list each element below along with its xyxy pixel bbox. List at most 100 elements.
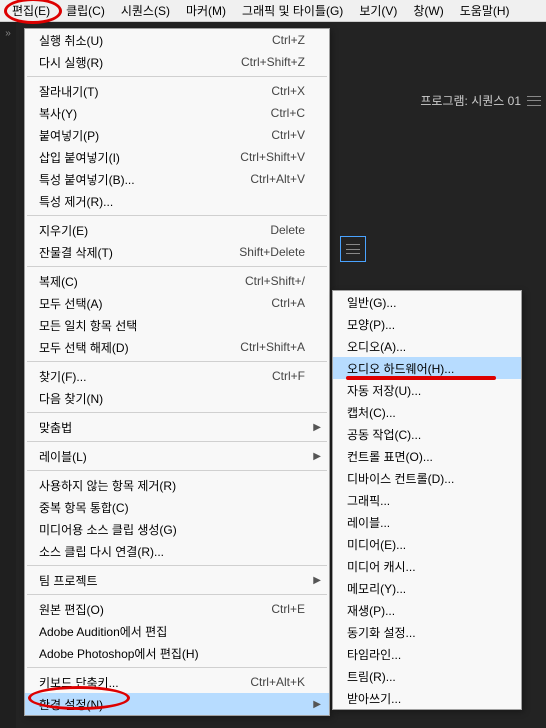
- menu-item[interactable]: 특성 붙여넣기(B)...Ctrl+Alt+V: [25, 168, 329, 190]
- submenu-item[interactable]: 미디어(E)...: [333, 533, 521, 555]
- menu-item[interactable]: 레이블(L)▶: [25, 445, 329, 467]
- menu-item-shortcut: Shift+Delete: [239, 245, 305, 259]
- menu-item-label: 다시 실행(R): [39, 54, 217, 71]
- submenu-item-label: 디바이스 컨트롤(D)...: [347, 470, 497, 487]
- submenu-item[interactable]: 동기화 설정...: [333, 621, 521, 643]
- menu-item[interactable]: 원본 편집(O)Ctrl+E: [25, 598, 329, 620]
- submenu-item[interactable]: 레이블...: [333, 511, 521, 533]
- menu-item[interactable]: 실행 취소(U)Ctrl+Z: [25, 29, 329, 51]
- menu-item-shortcut: Ctrl+F: [272, 369, 305, 383]
- menu-item-label: 미디어용 소스 클립 생성(G): [39, 521, 305, 538]
- submenu-item-label: 자동 저장(U)...: [347, 382, 497, 399]
- menu-item[interactable]: 삽입 붙여넣기(I)Ctrl+Shift+V: [25, 146, 329, 168]
- menu-item[interactable]: 미디어용 소스 클립 생성(G): [25, 518, 329, 540]
- submenu-item[interactable]: 자동 저장(U)...: [333, 379, 521, 401]
- menu-item-label: 지우기(E): [39, 222, 246, 239]
- side-arrow-icon: »: [5, 28, 11, 39]
- submenu-item-label: 일반(G)...: [347, 294, 497, 311]
- menu-item[interactable]: 사용하지 않는 항목 제거(R): [25, 474, 329, 496]
- menu-item[interactable]: 잘라내기(T) Ctrl+X: [25, 80, 329, 102]
- submenu-item-label: 메모리(Y)...: [347, 580, 497, 597]
- submenu-item[interactable]: 일반(G)...: [333, 291, 521, 313]
- submenu-item-label: 타임라인...: [347, 646, 497, 663]
- submenu-item-label: 동기화 설정...: [347, 624, 497, 641]
- submenu-item[interactable]: 공동 작업(C)...: [333, 423, 521, 445]
- menubar-item-help[interactable]: 도움말(H): [452, 0, 518, 21]
- submenu-item[interactable]: 받아쓰기...: [333, 687, 521, 709]
- menu-item-label: 모든 일치 항목 선택: [39, 317, 305, 334]
- submenu-item[interactable]: 재생(P)...: [333, 599, 521, 621]
- panel-menu-icon[interactable]: [527, 96, 541, 106]
- menu-item-shortcut: Ctrl+Z: [272, 33, 305, 47]
- menu-item[interactable]: 중복 항목 통합(C): [25, 496, 329, 518]
- side-tabs: »: [0, 22, 16, 728]
- menu-item-label: 삽입 붙여넣기(I): [39, 149, 216, 166]
- menubar-item-clip[interactable]: 클립(C): [58, 0, 113, 21]
- submenu-item[interactable]: 모양(P)...: [333, 313, 521, 335]
- menu-item[interactable]: 맞춤법▶: [25, 416, 329, 438]
- menu-item[interactable]: 다음 찾기(N): [25, 387, 329, 409]
- program-panel-title: 프로그램: 시퀀스 01: [420, 92, 521, 109]
- edit-menu-dropdown: 실행 취소(U)Ctrl+Z다시 실행(R)Ctrl+Shift+Z 잘라내기(T…: [24, 28, 330, 716]
- menu-item[interactable]: 팀 프로젝트 ▶: [25, 569, 329, 591]
- submenu-item-label: 그래픽...: [347, 492, 497, 509]
- menu-separator: [27, 361, 327, 362]
- menu-item-label: 팀 프로젝트: [39, 572, 305, 589]
- submenu-item-label: 컨트롤 표면(O)...: [347, 448, 497, 465]
- menubar-item-marker[interactable]: 마커(M): [178, 0, 234, 21]
- menu-item[interactable]: 다시 실행(R)Ctrl+Shift+Z: [25, 51, 329, 73]
- submenu-item[interactable]: 트림(R)...: [333, 665, 521, 687]
- menu-item-label: 잘라내기(T): [39, 83, 247, 100]
- main-menubar: 편집(E) 클립(C) 시퀀스(S) 마커(M) 그래픽 및 타이틀(G) 보기…: [0, 0, 546, 22]
- menu-item-label: 사용하지 않는 항목 제거(R): [39, 477, 305, 494]
- menu-item-shortcut: Ctrl+Alt+K: [250, 675, 305, 689]
- menu-item[interactable]: 키보드 단축키...Ctrl+Alt+K: [25, 671, 329, 693]
- menu-item[interactable]: 지우기(E)Delete: [25, 219, 329, 241]
- menu-item-shortcut: Ctrl+Shift+A: [240, 340, 305, 354]
- menu-item-label: 찾기(F)...: [39, 368, 248, 385]
- menu-item[interactable]: 복제(C)Ctrl+Shift+/: [25, 270, 329, 292]
- menubar-item-view[interactable]: 보기(V): [351, 0, 405, 21]
- submenu-item[interactable]: 컨트롤 표면(O)...: [333, 445, 521, 467]
- menu-item[interactable]: 잔물결 삭제(T)Shift+Delete: [25, 241, 329, 263]
- menu-item-shortcut: Ctrl+V: [271, 128, 305, 142]
- menu-item[interactable]: Adobe Photoshop에서 편집(H): [25, 642, 329, 664]
- menu-item[interactable]: 소스 클립 다시 연결(R)...: [25, 540, 329, 562]
- menu-separator: [27, 266, 327, 267]
- menu-item[interactable]: 모든 일치 항목 선택: [25, 314, 329, 336]
- submenu-item[interactable]: 캡처(C)...: [333, 401, 521, 423]
- menu-item-label: 붙여넣기(P): [39, 127, 247, 144]
- menu-item[interactable]: Adobe Audition에서 편집: [25, 620, 329, 642]
- menu-item[interactable]: 복사(Y)Ctrl+C: [25, 102, 329, 124]
- menu-item[interactable]: 특성 제거(R)...: [25, 190, 329, 212]
- submenu-item-label: 캡처(C)...: [347, 404, 497, 421]
- menu-item[interactable]: 모두 선택(A)Ctrl+A: [25, 292, 329, 314]
- submenu-item[interactable]: 오디오 하드웨어(H)...: [333, 357, 521, 379]
- submenu-arrow-icon: ▶: [313, 575, 321, 586]
- menu-item[interactable]: 환경 설정(N)▶: [25, 693, 329, 715]
- submenu-item[interactable]: 타임라인...: [333, 643, 521, 665]
- submenu-item[interactable]: 디바이스 컨트롤(D)...: [333, 467, 521, 489]
- submenu-item[interactable]: 메모리(Y)...: [333, 577, 521, 599]
- menu-item-label: 환경 설정(N): [39, 696, 305, 713]
- monitor-button[interactable]: [340, 236, 366, 262]
- submenu-item[interactable]: 미디어 캐시...: [333, 555, 521, 577]
- menu-separator: [27, 441, 327, 442]
- submenu-item-label: 재생(P)...: [347, 602, 497, 619]
- menubar-item-sequence[interactable]: 시퀀스(S): [113, 0, 178, 21]
- menu-item-shortcut: Ctrl+C: [271, 106, 305, 120]
- menu-item-shortcut: Ctrl+X: [271, 84, 305, 98]
- submenu-item[interactable]: 오디오(A)...: [333, 335, 521, 357]
- submenu-item[interactable]: 그래픽...: [333, 489, 521, 511]
- menu-item[interactable]: 붙여넣기(P) Ctrl+V: [25, 124, 329, 146]
- menubar-item-window[interactable]: 창(W): [405, 0, 451, 21]
- menu-item[interactable]: 모두 선택 해제(D) Ctrl+Shift+A: [25, 336, 329, 358]
- submenu-item-label: 받아쓰기...: [347, 690, 497, 707]
- menu-item-label: Adobe Audition에서 편집: [39, 623, 305, 640]
- menu-item-label: 모두 선택 해제(D): [39, 339, 216, 356]
- menubar-item-graphics[interactable]: 그래픽 및 타이틀(G): [234, 0, 351, 21]
- menu-item-label: 다음 찾기(N): [39, 390, 305, 407]
- menu-separator: [27, 594, 327, 595]
- menu-item[interactable]: 찾기(F)... Ctrl+F: [25, 365, 329, 387]
- menubar-item-edit[interactable]: 편집(E): [4, 0, 58, 21]
